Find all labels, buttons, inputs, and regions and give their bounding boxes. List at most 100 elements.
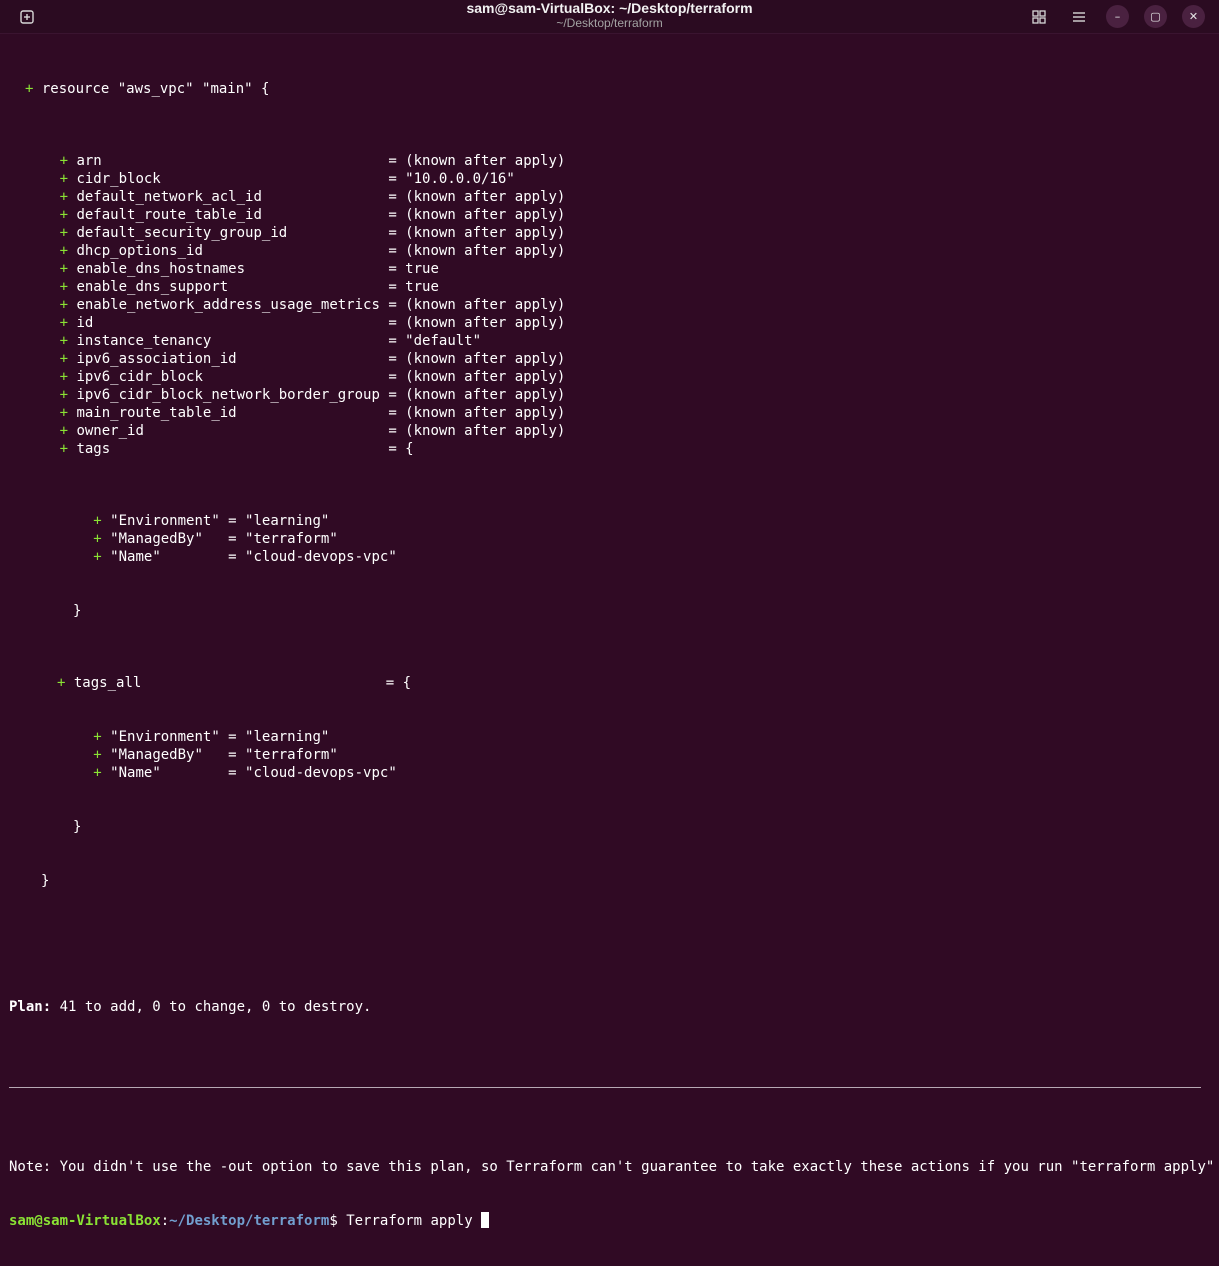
plus-icon: +	[93, 531, 102, 547]
plus-icon: +	[25, 81, 34, 97]
attribute-value: = (known after apply)	[388, 297, 566, 313]
attribute-line: + arn = (known after apply)	[9, 152, 1209, 170]
terminal-window: sam@sam-VirtualBox: ~/Desktop/terraform …	[0, 0, 1219, 1229]
tag-entry: + "Name" = "cloud-devops-vpc"	[9, 764, 1209, 782]
plus-icon: +	[59, 333, 69, 349]
plus-icon: +	[93, 513, 102, 529]
attribute-name: dhcp_options_id	[76, 243, 203, 259]
attribute-name: ipv6_association_id	[76, 351, 237, 367]
plus-icon: +	[59, 153, 69, 169]
attribute-line: + tags = {	[9, 440, 1209, 458]
resource-close: }	[41, 873, 50, 889]
separator-line	[9, 1087, 1201, 1088]
title-bar[interactable]: sam@sam-VirtualBox: ~/Desktop/terraform …	[0, 0, 1219, 34]
plus-icon: +	[59, 279, 69, 295]
tag-text: "Environment" = "learning"	[110, 513, 330, 529]
attribute-line: + default_route_table_id = (known after …	[9, 206, 1209, 224]
tag-text: "Name" = "cloud-devops-vpc"	[110, 765, 397, 781]
plus-icon: +	[93, 765, 102, 781]
attribute-value: = (known after apply)	[388, 405, 566, 421]
tags-all-block: + "Environment" = "learning" + "ManagedB…	[9, 728, 1209, 782]
attribute-name: ipv6_cidr_block_network_border_group	[76, 387, 380, 403]
plus-icon: +	[57, 675, 66, 691]
attribute-line: + ipv6_cidr_block_network_border_group =…	[9, 386, 1209, 404]
plus-icon: +	[59, 387, 69, 403]
attribute-name: enable_dns_support	[76, 279, 229, 295]
plus-icon: +	[59, 405, 69, 421]
plus-icon: +	[59, 297, 69, 313]
maximize-button[interactable]: ▢	[1144, 5, 1167, 28]
tags-all-line: + tags_all = {	[9, 674, 1209, 692]
plus-icon: +	[59, 207, 69, 223]
attribute-value: = {	[388, 441, 414, 457]
attribute-value: = (known after apply)	[388, 351, 566, 367]
attribute-value: = true	[388, 261, 439, 277]
attribute-line: + enable_network_address_usage_metrics =…	[9, 296, 1209, 314]
tags-block: + "Environment" = "learning" + "ManagedB…	[9, 512, 1209, 566]
tag-entry: + "ManagedBy" = "terraform"	[9, 746, 1209, 764]
attribute-name: tags	[76, 441, 111, 457]
attribute-value: = (known after apply)	[388, 243, 566, 259]
attribute-line: + main_route_table_id = (known after app…	[9, 404, 1209, 422]
tag-entry: + "Environment" = "learning"	[9, 512, 1209, 530]
text-cursor	[481, 1212, 490, 1228]
tag-text: "ManagedBy" = "terraform"	[110, 531, 338, 547]
plus-icon: +	[59, 315, 69, 331]
plus-icon: +	[59, 423, 69, 439]
resource-line: + resource "aws_vpc" "main" {	[25, 81, 270, 97]
attribute-name: instance_tenancy	[76, 333, 212, 349]
tag-text: "ManagedBy" = "terraform"	[110, 747, 338, 763]
attribute-name: id	[76, 315, 94, 331]
attribute-line: + default_security_group_id = (known aft…	[9, 224, 1209, 242]
attribute-name: default_network_acl_id	[76, 189, 262, 205]
close-button[interactable]: ✕	[1182, 5, 1205, 28]
attribute-value: = (known after apply)	[388, 189, 566, 205]
tag-text: "Environment" = "learning"	[110, 729, 330, 745]
plus-icon: +	[93, 549, 102, 565]
attribute-value: = (known after apply)	[388, 225, 566, 241]
grid-view-icon[interactable]	[1028, 6, 1050, 28]
plus-icon: +	[59, 261, 69, 277]
tags-close: }	[73, 603, 82, 619]
prompt-line[interactable]: sam@sam-VirtualBox:~/Desktop/terraform$ …	[9, 1212, 1209, 1230]
plan-summary: Plan: 41 to add, 0 to change, 0 to destr…	[9, 999, 372, 1015]
attribute-name: main_route_table_id	[76, 405, 237, 421]
tag-entry: + "Name" = "cloud-devops-vpc"	[9, 548, 1209, 566]
hamburger-menu-icon[interactable]	[1068, 6, 1090, 28]
attribute-line: + id = (known after apply)	[9, 314, 1209, 332]
attribute-value: = (known after apply)	[388, 315, 566, 331]
attribute-name: enable_network_address_usage_metrics	[76, 297, 380, 313]
plus-icon: +	[93, 747, 102, 763]
attribute-line: + cidr_block = "10.0.0.0/16"	[9, 170, 1209, 188]
attribute-value: = (known after apply)	[388, 387, 566, 403]
command-input[interactable]: Terraform apply	[346, 1213, 472, 1229]
tag-entry: + "Environment" = "learning"	[9, 728, 1209, 746]
terminal-output[interactable]: + resource "aws_vpc" "main" { + arn = (k…	[9, 44, 1219, 1266]
attribute-value: = "10.0.0.0/16"	[388, 171, 515, 187]
minimize-button[interactable]: –	[1106, 5, 1129, 28]
note-text: Note: You didn't use the -out option to …	[9, 1159, 1219, 1175]
attribute-value: = (known after apply)	[388, 153, 566, 169]
plus-icon: +	[93, 729, 102, 745]
attribute-value: = (known after apply)	[388, 423, 566, 439]
attribute-value: = (known after apply)	[388, 207, 566, 223]
attribute-line: + owner_id = (known after apply)	[9, 422, 1209, 440]
attribute-line: + enable_dns_hostnames = true	[9, 260, 1209, 278]
attribute-name: cidr_block	[76, 171, 161, 187]
tags-all-close: }	[73, 819, 82, 835]
attribute-value: = (known after apply)	[388, 369, 566, 385]
attribute-name: enable_dns_hostnames	[76, 261, 246, 277]
tag-text: "Name" = "cloud-devops-vpc"	[110, 549, 397, 565]
plus-icon: +	[59, 243, 69, 259]
attribute-line: + ipv6_association_id = (known after app…	[9, 350, 1209, 368]
plus-icon: +	[59, 441, 69, 457]
attribute-list: + arn = (known after apply) + cidr_block…	[9, 152, 1209, 458]
attribute-line: + instance_tenancy = "default"	[9, 332, 1209, 350]
plus-icon: +	[59, 171, 69, 187]
plus-icon: +	[59, 189, 69, 205]
attribute-value: = "default"	[388, 333, 482, 349]
tag-entry: + "ManagedBy" = "terraform"	[9, 530, 1209, 548]
attribute-name: ipv6_cidr_block	[76, 369, 203, 385]
attribute-name: default_security_group_id	[76, 225, 288, 241]
